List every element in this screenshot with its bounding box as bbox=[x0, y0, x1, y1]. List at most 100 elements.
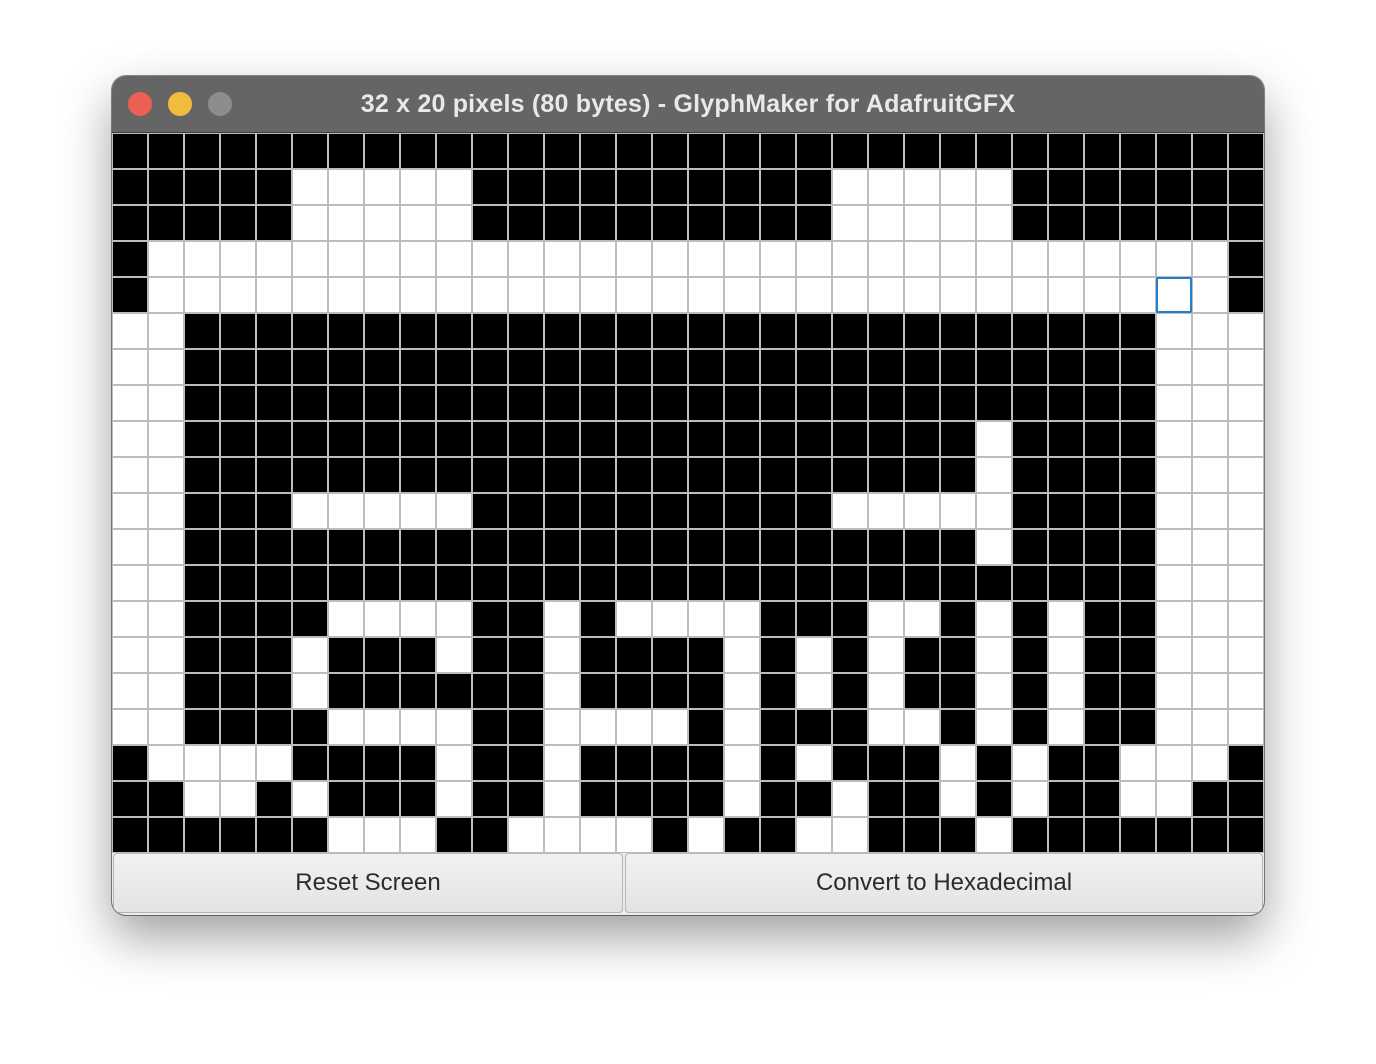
pixel-cell[interactable] bbox=[400, 205, 436, 241]
pixel-cell[interactable] bbox=[328, 529, 364, 565]
pixel-cell[interactable] bbox=[1012, 529, 1048, 565]
pixel-cell[interactable] bbox=[472, 349, 508, 385]
pixel-cell[interactable] bbox=[1048, 817, 1084, 853]
pixel-cell[interactable] bbox=[1120, 349, 1156, 385]
pixel-cell[interactable] bbox=[688, 241, 724, 277]
pixel-cell[interactable] bbox=[400, 349, 436, 385]
pixel-cell[interactable] bbox=[1156, 385, 1192, 421]
pixel-cell[interactable] bbox=[940, 313, 976, 349]
pixel-cell[interactable] bbox=[508, 313, 544, 349]
pixel-cell[interactable] bbox=[616, 385, 652, 421]
pixel-cell[interactable] bbox=[148, 385, 184, 421]
pixel-cell[interactable] bbox=[724, 637, 760, 673]
pixel-cell[interactable] bbox=[256, 673, 292, 709]
pixel-cell[interactable] bbox=[1012, 133, 1048, 169]
pixel-cell[interactable] bbox=[472, 493, 508, 529]
pixel-cell[interactable] bbox=[976, 673, 1012, 709]
pixel-cell[interactable] bbox=[1228, 745, 1264, 781]
pixel-cell[interactable] bbox=[652, 169, 688, 205]
pixel-cell[interactable] bbox=[112, 169, 148, 205]
pixel-cell[interactable] bbox=[940, 385, 976, 421]
pixel-cell[interactable] bbox=[724, 745, 760, 781]
pixel-cell[interactable] bbox=[364, 421, 400, 457]
pixel-cell[interactable] bbox=[364, 493, 400, 529]
pixel-cell[interactable] bbox=[1012, 565, 1048, 601]
pixel-cell[interactable] bbox=[508, 781, 544, 817]
pixel-cell[interactable] bbox=[400, 709, 436, 745]
pixel-cell[interactable] bbox=[400, 745, 436, 781]
pixel-cell[interactable] bbox=[904, 601, 940, 637]
pixel-cell[interactable] bbox=[148, 745, 184, 781]
pixel-cell[interactable] bbox=[544, 565, 580, 601]
pixel-cell[interactable] bbox=[1192, 133, 1228, 169]
pixel-cell[interactable] bbox=[796, 637, 832, 673]
pixel-cell[interactable] bbox=[1084, 817, 1120, 853]
pixel-cell[interactable] bbox=[112, 241, 148, 277]
pixel-cell[interactable] bbox=[184, 205, 220, 241]
pixel-cell[interactable] bbox=[724, 277, 760, 313]
pixel-cell[interactable] bbox=[220, 205, 256, 241]
pixel-cell[interactable] bbox=[112, 709, 148, 745]
pixel-cell[interactable] bbox=[292, 205, 328, 241]
pixel-cell[interactable] bbox=[1120, 169, 1156, 205]
pixel-cell[interactable] bbox=[652, 529, 688, 565]
pixel-cell[interactable] bbox=[148, 241, 184, 277]
pixel-cell[interactable] bbox=[976, 493, 1012, 529]
pixel-cell[interactable] bbox=[616, 313, 652, 349]
pixel-cell[interactable] bbox=[148, 781, 184, 817]
pixel-cell[interactable] bbox=[652, 601, 688, 637]
pixel-cell[interactable] bbox=[652, 421, 688, 457]
pixel-cell[interactable] bbox=[364, 241, 400, 277]
pixel-cell[interactable] bbox=[616, 637, 652, 673]
pixel-cell[interactable] bbox=[220, 673, 256, 709]
pixel-cell[interactable] bbox=[1156, 205, 1192, 241]
pixel-cell[interactable] bbox=[1192, 241, 1228, 277]
pixel-cell[interactable] bbox=[292, 169, 328, 205]
pixel-cell[interactable] bbox=[148, 817, 184, 853]
pixel-cell[interactable] bbox=[400, 565, 436, 601]
pixel-cell[interactable] bbox=[652, 313, 688, 349]
pixel-cell[interactable] bbox=[688, 421, 724, 457]
pixel-cell[interactable] bbox=[364, 673, 400, 709]
pixel-cell[interactable] bbox=[1048, 313, 1084, 349]
pixel-cell[interactable] bbox=[904, 565, 940, 601]
pixel-cell[interactable] bbox=[1120, 745, 1156, 781]
pixel-cell[interactable] bbox=[220, 745, 256, 781]
pixel-cell[interactable] bbox=[256, 169, 292, 205]
pixel-cell[interactable] bbox=[220, 565, 256, 601]
pixel-cell[interactable] bbox=[1012, 241, 1048, 277]
pixel-cell[interactable] bbox=[1228, 349, 1264, 385]
pixel-cell[interactable] bbox=[760, 601, 796, 637]
pixel-cell[interactable] bbox=[472, 565, 508, 601]
pixel-cell[interactable] bbox=[1012, 349, 1048, 385]
pixel-cell[interactable] bbox=[472, 781, 508, 817]
pixel-cell[interactable] bbox=[508, 349, 544, 385]
pixel-cell[interactable] bbox=[796, 349, 832, 385]
pixel-cell[interactable] bbox=[652, 781, 688, 817]
pixel-cell[interactable] bbox=[1084, 601, 1120, 637]
pixel-cell[interactable] bbox=[1156, 457, 1192, 493]
pixel-cell[interactable] bbox=[1084, 169, 1120, 205]
pixel-cell[interactable] bbox=[508, 385, 544, 421]
pixel-cell[interactable] bbox=[580, 277, 616, 313]
pixel-cell[interactable] bbox=[724, 601, 760, 637]
pixel-cell[interactable] bbox=[1120, 133, 1156, 169]
pixel-cell[interactable] bbox=[832, 385, 868, 421]
pixel-cell[interactable] bbox=[832, 817, 868, 853]
pixel-cell[interactable] bbox=[508, 133, 544, 169]
pixel-cell[interactable] bbox=[688, 277, 724, 313]
pixel-cell[interactable] bbox=[112, 529, 148, 565]
pixel-cell[interactable] bbox=[1156, 709, 1192, 745]
pixel-cell[interactable] bbox=[364, 529, 400, 565]
pixel-cell[interactable] bbox=[724, 385, 760, 421]
pixel-cell[interactable] bbox=[868, 277, 904, 313]
pixel-cell[interactable] bbox=[112, 313, 148, 349]
pixel-cell[interactable] bbox=[724, 169, 760, 205]
pixel-cell[interactable] bbox=[472, 241, 508, 277]
pixel-cell[interactable] bbox=[1084, 421, 1120, 457]
pixel-cell[interactable] bbox=[1156, 493, 1192, 529]
pixel-cell[interactable] bbox=[148, 169, 184, 205]
pixel-cell[interactable] bbox=[796, 709, 832, 745]
pixel-cell[interactable] bbox=[508, 745, 544, 781]
pixel-cell[interactable] bbox=[976, 241, 1012, 277]
